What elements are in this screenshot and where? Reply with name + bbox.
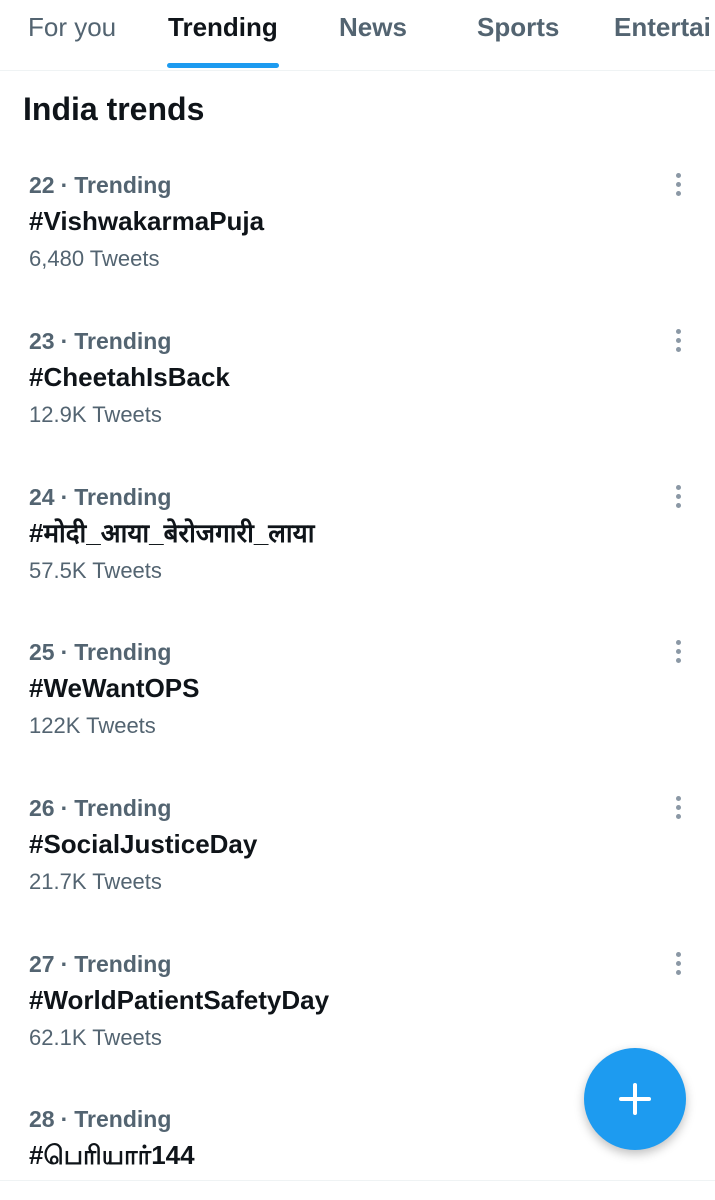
separator-dot: · xyxy=(60,795,69,821)
trend-item[interactable]: 23 · Trending #CheetahIsBack 12.9K Tweets xyxy=(0,327,715,477)
trend-tweet-count: 12.9K Tweets xyxy=(29,402,162,427)
section-title: India trends xyxy=(23,91,205,127)
more-vertical-icon[interactable] xyxy=(664,171,692,199)
trend-name: #मोदी_आया_बेरोजगारी_लाया xyxy=(29,518,315,548)
trend-tweet-count: 6,480 Tweets xyxy=(29,246,160,271)
trend-item[interactable]: 22 · Trending #VishwakarmaPuja 6,480 Tweet… xyxy=(0,171,715,321)
active-tab-indicator xyxy=(167,63,279,68)
trend-category: Trending xyxy=(74,1106,172,1132)
more-vertical-icon[interactable] xyxy=(664,483,692,511)
separator-dot: · xyxy=(60,1106,69,1132)
trend-meta: 24 · Trending xyxy=(29,483,171,511)
trend-item[interactable]: 26 · Trending #SocialJusticeDay 21.7K Twee… xyxy=(0,794,715,944)
tab-entertainment[interactable]: Entertai xyxy=(614,12,711,42)
tab-trending[interactable]: Trending xyxy=(168,12,278,42)
trend-category: Trending xyxy=(74,639,172,665)
trend-rank: 23 xyxy=(29,328,55,354)
trend-name: #பெரியார்144 xyxy=(29,1140,195,1170)
tab-bar: For you Trending News Sports Entertai xyxy=(0,0,715,71)
trend-category: Trending xyxy=(74,328,172,354)
separator-dot: · xyxy=(60,484,69,510)
trend-rank: 25 xyxy=(29,639,55,665)
trend-name: #WeWantOPS xyxy=(29,673,200,703)
trend-item[interactable]: 25 · Trending #WeWantOPS 122K Tweets xyxy=(0,638,715,788)
separator-dot: · xyxy=(60,639,69,665)
trend-name: #SocialJusticeDay xyxy=(29,829,258,859)
separator-dot: · xyxy=(60,951,69,977)
trend-category: Trending xyxy=(74,795,172,821)
trend-meta: 25 · Trending xyxy=(29,638,171,666)
trend-name: #CheetahIsBack xyxy=(29,362,230,392)
trend-rank: 28 xyxy=(29,1106,55,1132)
more-vertical-icon[interactable] xyxy=(664,950,692,978)
separator-dot: · xyxy=(60,328,69,354)
separator-dot: · xyxy=(60,172,69,198)
trend-name: #WorldPatientSafetyDay xyxy=(29,985,330,1015)
trend-tweet-count: 57.5K Tweets xyxy=(29,558,162,583)
tab-news[interactable]: News xyxy=(339,12,407,42)
trend-rank: 27 xyxy=(29,951,55,977)
compose-button[interactable] xyxy=(584,1048,686,1150)
more-vertical-icon[interactable] xyxy=(664,794,692,822)
trend-tweet-count: 21.7K Tweets xyxy=(29,869,162,894)
plus-icon-vertical xyxy=(633,1083,637,1115)
trend-tweet-count: 122K Tweets xyxy=(29,713,156,738)
trend-meta: 26 · Trending xyxy=(29,794,171,822)
trend-category: Trending xyxy=(74,172,172,198)
more-vertical-icon[interactable] xyxy=(664,638,692,666)
tab-sports[interactable]: Sports xyxy=(477,12,559,42)
trend-meta: 28 · Trending xyxy=(29,1105,171,1133)
trend-rank: 22 xyxy=(29,172,55,198)
more-vertical-icon[interactable] xyxy=(664,327,692,355)
bottom-divider xyxy=(0,1180,715,1181)
trend-category: Trending xyxy=(74,951,172,977)
trend-rank: 24 xyxy=(29,484,55,510)
trend-name: #VishwakarmaPuja xyxy=(29,206,265,236)
tab-for-you[interactable]: For you xyxy=(28,12,116,42)
trend-meta: 23 · Trending xyxy=(29,327,171,355)
trending-page: For you Trending News Sports Entertai In… xyxy=(0,0,715,1200)
trend-meta: 22 · Trending xyxy=(29,171,171,199)
trend-tweet-count: 62.1K Tweets xyxy=(29,1025,162,1050)
trend-category: Trending xyxy=(74,484,172,510)
trend-rank: 26 xyxy=(29,795,55,821)
trend-item[interactable]: 24 · Trending #मोदी_आया_बेरोजगारी_लाया 57.… xyxy=(0,483,715,633)
trend-meta: 27 · Trending xyxy=(29,950,171,978)
